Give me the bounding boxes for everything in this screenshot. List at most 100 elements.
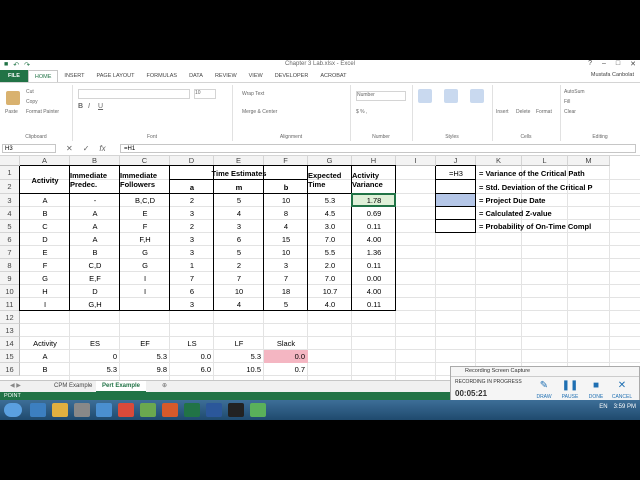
- folder-icon[interactable]: [52, 403, 68, 417]
- table-cell[interactable]: 4: [264, 220, 308, 233]
- table-cell[interactable]: 6: [170, 285, 214, 298]
- table-cell[interactable]: 4.00: [352, 233, 396, 246]
- font-family-select[interactable]: [78, 89, 190, 99]
- table-cell[interactable]: 0.11: [352, 220, 396, 233]
- lower-cell[interactable]: 0.0: [264, 350, 308, 363]
- cell-k4[interactable]: = Calculated Z-value: [476, 207, 610, 220]
- lower-header[interactable]: Slack: [264, 337, 308, 350]
- table-cell[interactable]: 0.69: [352, 207, 396, 220]
- app2-icon[interactable]: [140, 403, 156, 417]
- cell-styles-icon[interactable]: [470, 89, 484, 103]
- row-header[interactable]: 2: [0, 180, 20, 194]
- format-button[interactable]: Format: [536, 109, 552, 115]
- header-b[interactable]: b: [264, 180, 308, 194]
- table-cell[interactable]: 2: [170, 220, 214, 233]
- header-m[interactable]: m: [214, 180, 264, 194]
- tab-acrobat[interactable]: ACROBAT: [314, 70, 352, 82]
- lower-header[interactable]: LF: [214, 337, 264, 350]
- delete-button[interactable]: Delete: [516, 109, 530, 115]
- language-indicator[interactable]: EN: [599, 404, 607, 410]
- table-cell[interactable]: C,D: [70, 259, 120, 272]
- sheet-nav-icon[interactable]: ◀ ▶: [4, 381, 27, 391]
- column-header[interactable]: K: [476, 156, 522, 166]
- tab-home[interactable]: HOME: [27, 69, 59, 83]
- tab-file[interactable]: FILE: [0, 70, 28, 82]
- row-header[interactable]: 8: [0, 259, 20, 272]
- tab-view[interactable]: VIEW: [243, 70, 269, 82]
- name-box[interactable]: H3: [2, 144, 56, 153]
- maximize-icon[interactable]: □: [616, 60, 620, 68]
- lower-cell[interactable]: 5.3: [120, 350, 170, 363]
- cancel-icon[interactable]: ✕: [66, 144, 73, 153]
- table-cell[interactable]: I: [120, 272, 170, 285]
- table-cell[interactable]: 0.00: [352, 272, 396, 285]
- powerpoint-icon[interactable]: [162, 403, 178, 417]
- conditional-formatting-icon[interactable]: [418, 89, 432, 103]
- column-header[interactable]: I: [396, 156, 436, 166]
- table-cell[interactable]: E: [120, 207, 170, 220]
- formula-input[interactable]: =H1: [120, 144, 636, 153]
- table-cell[interactable]: 10.7: [308, 285, 352, 298]
- percent-icon[interactable]: $ % ,: [356, 109, 367, 115]
- row-header[interactable]: 4: [0, 207, 20, 220]
- row-header[interactable]: 14: [0, 337, 20, 350]
- table-cell[interactable]: 4.5: [308, 207, 352, 220]
- table-cell[interactable]: E,F: [70, 272, 120, 285]
- row-header[interactable]: 6: [0, 233, 20, 246]
- table-cell[interactable]: B: [70, 246, 120, 259]
- table-cell[interactable]: 10: [214, 285, 264, 298]
- lower-cell[interactable]: 0: [70, 350, 120, 363]
- lower-header[interactable]: LS: [170, 337, 214, 350]
- cell-k5[interactable]: = Probability of On-Time Compl: [476, 220, 610, 233]
- lower-cell[interactable]: 5.3: [70, 363, 120, 376]
- paste-button[interactable]: Paste: [5, 109, 18, 115]
- copy-button[interactable]: Copy: [26, 99, 38, 105]
- table-cell[interactable]: 1.78: [352, 194, 396, 207]
- clock[interactable]: 3:59 PM: [614, 404, 636, 410]
- format-table-icon[interactable]: [444, 89, 458, 103]
- table-cell[interactable]: 4: [214, 207, 264, 220]
- table-cell[interactable]: 2: [214, 259, 264, 272]
- table-cell[interactable]: G: [20, 272, 70, 285]
- wrap-text-button[interactable]: Wrap Text: [242, 91, 264, 97]
- table-cell[interactable]: F,H: [120, 233, 170, 246]
- app-icon[interactable]: [96, 403, 112, 417]
- close-icon[interactable]: ✕: [630, 60, 636, 68]
- tab-data[interactable]: DATA: [183, 70, 209, 82]
- lower-header[interactable]: ES: [70, 337, 120, 350]
- tab-formulas[interactable]: FORMULAS: [141, 70, 184, 82]
- table-cell[interactable]: 3: [170, 246, 214, 259]
- row-header[interactable]: 5: [0, 220, 20, 233]
- table-cell[interactable]: E: [20, 246, 70, 259]
- column-header[interactable]: L: [522, 156, 568, 166]
- table-cell[interactable]: 3: [214, 220, 264, 233]
- row-header[interactable]: 15: [0, 350, 20, 363]
- format-painter-button[interactable]: Format Painter: [26, 109, 59, 115]
- lower-cell[interactable]: 0.0: [170, 350, 214, 363]
- table-cell[interactable]: 1: [170, 259, 214, 272]
- start-icon[interactable]: [4, 403, 22, 417]
- add-sheet-icon[interactable]: ⊕: [156, 381, 173, 391]
- column-header[interactable]: M: [568, 156, 610, 166]
- tab-page-layout[interactable]: PAGE LAYOUT: [91, 70, 141, 82]
- table-cell[interactable]: B: [20, 207, 70, 220]
- lower-cell[interactable]: 0.7: [264, 363, 308, 376]
- header-activity-variance[interactable]: Activity Variance: [352, 166, 396, 194]
- cell-k1[interactable]: = Variance of the Critical Path: [476, 166, 610, 180]
- cut-button[interactable]: Cut: [26, 89, 34, 95]
- lower-cell[interactable]: 9.8: [120, 363, 170, 376]
- table-cell[interactable]: 7: [214, 272, 264, 285]
- row-header[interactable]: 16: [0, 363, 20, 376]
- tab-developer[interactable]: DEVELOPER: [269, 70, 315, 82]
- select-all-corner[interactable]: [0, 156, 20, 166]
- row-header[interactable]: 3: [0, 194, 20, 207]
- excel-icon[interactable]: [184, 403, 200, 417]
- header-immediate-predec[interactable]: Immediate Predec.: [70, 166, 120, 194]
- chrome-icon[interactable]: [118, 403, 134, 417]
- table-cell[interactable]: 0.11: [352, 259, 396, 272]
- table-cell[interactable]: 7.0: [308, 272, 352, 285]
- lower-cell[interactable]: 10.5: [214, 363, 264, 376]
- minimize-icon[interactable]: –: [602, 60, 606, 68]
- enter-icon[interactable]: ✓: [83, 144, 90, 153]
- clear-button[interactable]: Clear: [564, 109, 576, 115]
